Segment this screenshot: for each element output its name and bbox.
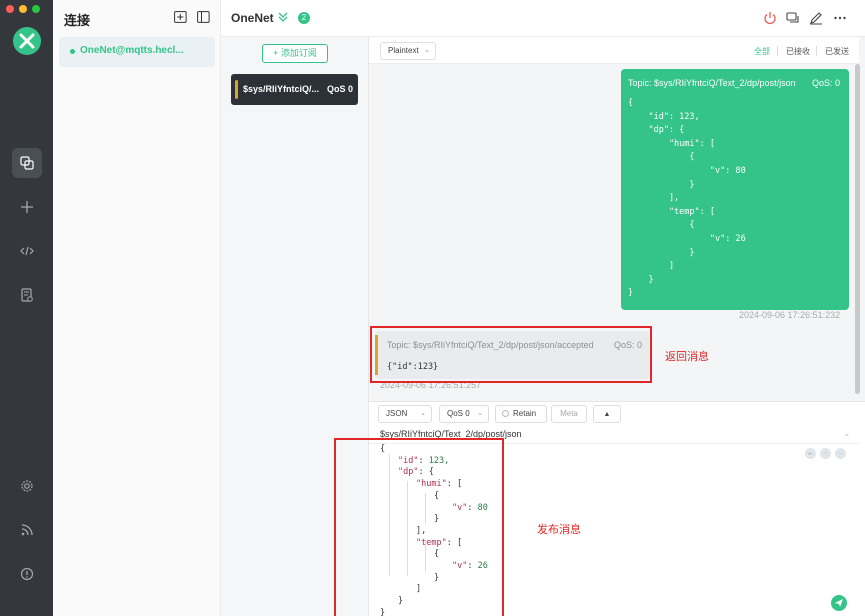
sent-message-qos: QoS: 0 [812, 78, 841, 88]
edit-icon[interactable] [809, 11, 823, 25]
publish-format-select[interactable]: JSON ⌄ [378, 405, 432, 423]
subscription-item[interactable]: $sys/RIiYfntciQ/... QoS 0 [231, 74, 358, 105]
chevron-down-icon: ⌄ [420, 410, 426, 417]
divider [777, 46, 778, 56]
publish-format-value: JSON [386, 409, 408, 418]
filter-received[interactable]: 已接收 [786, 46, 810, 57]
chevron-down-icon: ⌄ [477, 410, 483, 417]
connection-item[interactable]: OneNet@mqtts.hecl... [59, 37, 215, 67]
add-icon[interactable] [14, 194, 40, 220]
divider [816, 46, 817, 56]
connection-name: OneNet@mqtts.hecl... [80, 45, 184, 56]
connections-panel: 连接 OneNet@mqtts.hecl... [53, 0, 221, 616]
settings-icon[interactable] [14, 473, 40, 499]
received-annotation: 返回消息 [665, 351, 709, 363]
retain-radio-icon [502, 410, 509, 417]
caret-up-icon: ▲ [603, 411, 611, 418]
filter-all[interactable]: 全部 [754, 46, 770, 57]
sent-message-time: 2024-09-06 17:26:51:232 [739, 310, 841, 320]
chevron-down-icon: ⌄ [424, 47, 430, 54]
window-minimize-button[interactable] [19, 5, 27, 13]
chevron-down-icon[interactable]: ⌄ [843, 428, 851, 439]
send-button[interactable] [831, 595, 847, 611]
script-icon[interactable] [14, 238, 40, 264]
retain-label: Retain [513, 409, 537, 418]
connection-title: OneNet [231, 11, 274, 25]
connection-header: OneNet 2 [221, 0, 865, 37]
subscription-count-badge: 2 [298, 12, 310, 24]
chat-icon[interactable] [786, 11, 800, 25]
message-list: Plaintext ⌄ 全部 已接收 已发送 Topic: $sys/RIiYf… [369, 37, 865, 401]
history-clear-icon[interactable]: − [820, 448, 831, 459]
message-scrollbar[interactable] [855, 64, 860, 394]
connections-title: 连接 [64, 13, 91, 28]
publish-highlight-box [334, 438, 504, 616]
publish-qos-select[interactable]: QoS 0 ⌄ [439, 405, 489, 423]
subscription-color-bar [235, 80, 238, 99]
window-close-button[interactable] [6, 5, 14, 13]
filter-sent[interactable]: 已发送 [825, 46, 849, 57]
info-icon[interactable] [14, 561, 40, 587]
message-toolbar: Plaintext ⌄ 全部 已接收 已发送 [369, 37, 859, 64]
retain-toggle[interactable]: Retain [495, 405, 547, 423]
app-sidebar [0, 0, 53, 616]
sent-message-payload: { "id": 123, "dp": { "humi": [ { "v": 80… [628, 98, 746, 299]
new-connection-icon[interactable] [174, 11, 187, 23]
collapse-chevron-icon[interactable] [278, 11, 288, 26]
payload-format-value: Plaintext [388, 46, 419, 55]
disconnect-icon[interactable] [763, 11, 777, 25]
connection-status-dot [70, 49, 75, 54]
connections-icon[interactable] [12, 148, 42, 178]
subscription-topic: $sys/RIiYfntciQ/... [243, 84, 320, 94]
mqttx-logo [13, 27, 41, 55]
expand-up-button[interactable]: ▲ [593, 405, 621, 423]
toggle-layout-icon[interactable] [197, 11, 210, 23]
history-forward-icon[interactable]: → [835, 448, 846, 459]
add-subscription-button[interactable]: + 添加订阅 [262, 44, 328, 63]
history-back-icon[interactable]: ← [805, 448, 816, 459]
more-icon[interactable] [833, 11, 847, 25]
received-highlight-box [370, 326, 652, 383]
payload-format-select[interactable]: Plaintext ⌄ [380, 42, 436, 60]
publish-qos-value: QoS 0 [447, 409, 470, 418]
window-zoom-button[interactable] [32, 5, 40, 13]
publish-panel: JSON ⌄ QoS 0 ⌄ Retain Meta ▲ $sys/RIiYfn… [334, 401, 865, 616]
feed-icon[interactable] [14, 517, 40, 543]
sent-message-topic: Topic: $sys/RIiYfntciQ/Text_2/dp/post/js… [628, 78, 796, 88]
send-icon [835, 599, 843, 607]
publish-annotation: 发布消息 [537, 524, 581, 536]
sent-message: Topic: $sys/RIiYfntciQ/Text_2/dp/post/js… [621, 69, 849, 310]
log-icon[interactable] [14, 282, 40, 308]
meta-button[interactable]: Meta [551, 405, 587, 423]
subscription-qos: QoS 0 [327, 84, 354, 94]
